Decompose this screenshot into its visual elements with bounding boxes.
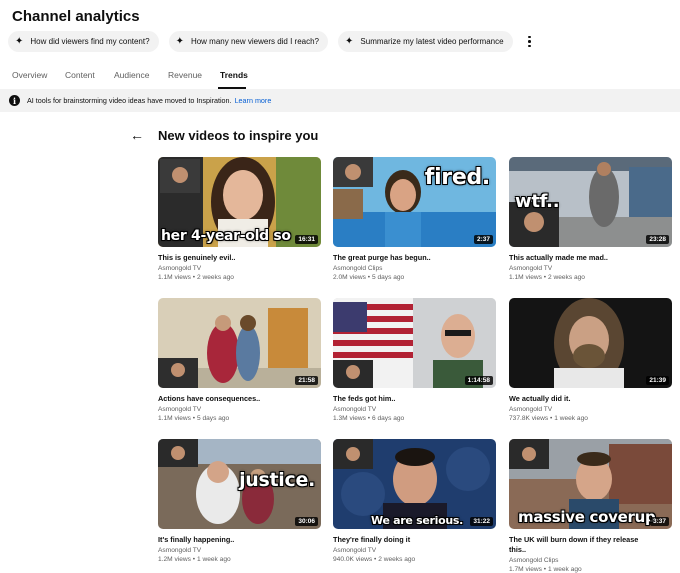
video-thumbnail[interactable]: 21:39 [509,298,672,388]
video-duration: 2:37 [473,235,493,244]
video-title[interactable]: They're finally doing it [333,535,496,545]
chip-label: Summarize my latest video performance [360,37,504,46]
video-meta: 737.8K views • 1 week ago [509,415,588,422]
video-card[interactable]: wtf.. 23:28 This actually made me mad.. … [509,157,672,281]
chip-viewers-find-content[interactable]: ✦ How did viewers find my content? [8,31,159,52]
video-duration: 21:58 [295,376,318,385]
video-card[interactable]: 21:39 We actually did it. Asmongold TV 7… [509,298,672,422]
tab-bar: Overview Content Audience Revenue Trends [0,65,680,89]
learn-more-link[interactable]: Learn more [235,96,272,105]
video-title[interactable]: The great purge has begun.. [333,253,496,263]
video-card[interactable]: justice. 30:06 It's finally happening.. … [158,439,321,563]
video-title[interactable]: The feds got him.. [333,394,496,404]
section-title: New videos to inspire you [158,128,319,143]
ai-suggestion-chips: ✦ How did viewers find my content? ✦ How… [8,31,537,52]
tab-revenue[interactable]: Revenue [168,70,202,80]
thumbnail-overlay-text: her 4-year-old so [161,228,291,244]
channel-name[interactable]: Asmongold Clips [509,557,672,564]
sparkle-icon: ✦ [175,35,184,47]
video-thumbnail[interactable]: 1:14:58 [333,298,496,388]
channel-name[interactable]: Asmongold TV [509,406,672,413]
video-duration: 21:39 [646,376,669,385]
video-card[interactable]: her 4-year-old so 16:31 This is genuinel… [158,157,321,281]
thumbnail-overlay-text: fired. [424,165,491,190]
video-card[interactable]: massive coverup 3:37 The UK will burn do… [509,439,672,573]
chip-label: How many new viewers did I reach? [190,37,320,46]
thumbnail-overlay-text: We are serious. [371,514,463,527]
chip-new-viewers[interactable]: ✦ How many new viewers did I reach? [168,31,329,52]
tab-trends[interactable]: Trends [220,70,248,80]
chip-summarize-performance[interactable]: ✦ Summarize my latest video performance [338,31,513,52]
tab-overview[interactable]: Overview [12,70,47,80]
video-meta: 1.2M views • 1 week ago [158,556,231,563]
video-duration: 30:06 [295,517,318,526]
video-card[interactable]: 1:14:58 The feds got him.. Asmongold TV … [333,298,496,422]
video-thumbnail[interactable]: massive coverup 3:37 [509,439,672,529]
video-meta: 940.0K views • 2 weeks ago [333,556,416,563]
video-title[interactable]: We actually did it. [509,394,672,404]
channel-name[interactable]: Asmongold TV [158,406,321,413]
video-duration: 31:22 [470,517,493,526]
video-card[interactable]: 21:58 Actions have consequences.. Asmong… [158,298,321,422]
video-duration: 3:37 [649,517,669,526]
more-options-icon[interactable] [523,31,537,52]
sparkle-icon: ✦ [345,35,354,47]
channel-name[interactable]: Asmongold TV [333,406,496,413]
info-icon: i [9,95,20,106]
back-arrow-icon[interactable]: ← [130,128,144,142]
video-duration: 23:28 [646,235,669,244]
thumbnail-overlay-text: massive coverup [518,508,656,526]
video-title-line-2: this.. [509,545,527,554]
channel-name[interactable]: Asmongold TV [158,265,321,272]
video-card[interactable]: We are serious. 31:22 They're finally do… [333,439,496,563]
tab-audience[interactable]: Audience [114,70,149,80]
video-title[interactable]: The UK will burn down if they release thi… [509,535,672,555]
video-duration: 1:14:58 [464,376,493,385]
video-meta: 2.0M views • 5 days ago [333,274,405,281]
video-meta: 1.3M views • 6 days ago [333,415,405,422]
video-title[interactable]: It's finally happening.. [158,535,321,545]
thumbnail-overlay-text: justice. [239,469,315,491]
video-title[interactable]: This actually made me mad.. [509,253,672,263]
video-meta: 1.1M views • 2 weeks ago [509,274,585,281]
video-meta: 1.1M views • 2 weeks ago [158,274,234,281]
video-thumbnail[interactable]: fired. 2:37 [333,157,496,247]
video-title-line-1: The UK will burn down if they release [509,535,639,544]
chip-label: How did viewers find my content? [30,37,150,46]
video-duration: 16:31 [295,235,318,244]
tab-content[interactable]: Content [65,70,95,80]
page-title: Channel analytics [12,8,140,25]
sparkle-icon: ✦ [15,35,24,47]
video-card[interactable]: fired. 2:37 The great purge has begun.. … [333,157,496,281]
info-banner: i AI tools for brainstorming video ideas… [0,89,680,112]
channel-name[interactable]: Asmongold Clips [333,265,496,272]
video-thumbnail[interactable]: justice. 30:06 [158,439,321,529]
video-thumbnail[interactable]: her 4-year-old so 16:31 [158,157,321,247]
video-meta: 1.1M views • 5 days ago [158,415,230,422]
video-thumbnail[interactable]: wtf.. 23:28 [509,157,672,247]
video-thumbnail[interactable]: 21:58 [158,298,321,388]
video-title[interactable]: Actions have consequences.. [158,394,321,404]
banner-text: AI tools for brainstorming video ideas h… [27,96,232,105]
video-thumbnail[interactable]: We are serious. 31:22 [333,439,496,529]
channel-name[interactable]: Asmongold TV [333,547,496,554]
video-title[interactable]: This is genuinely evil.. [158,253,321,263]
channel-name[interactable]: Asmongold TV [158,547,321,554]
thumbnail-overlay-text: wtf.. [515,191,560,212]
channel-name[interactable]: Asmongold TV [509,265,672,272]
video-meta: 1.7M views • 1 week ago [509,566,582,573]
